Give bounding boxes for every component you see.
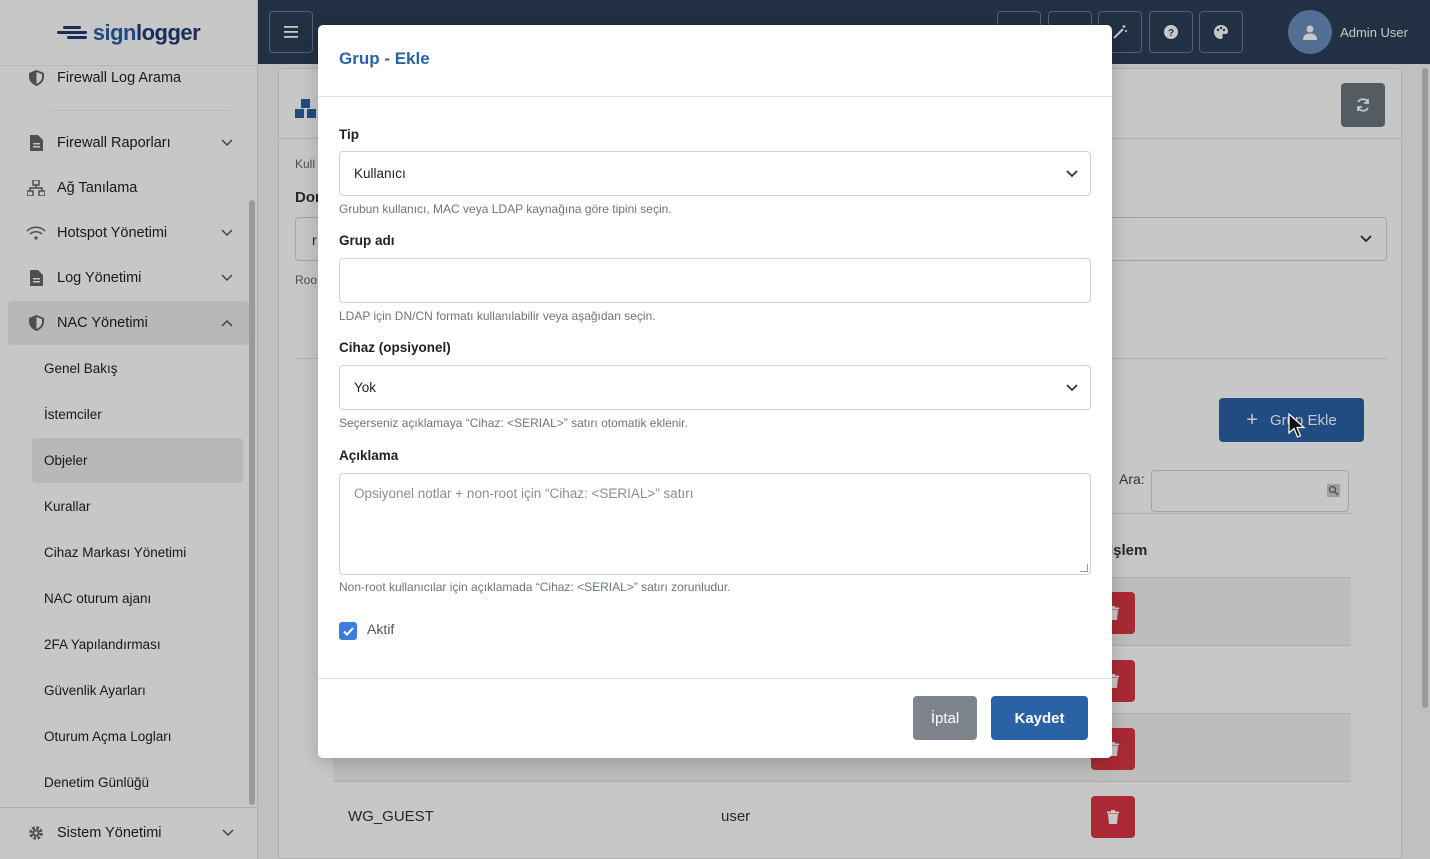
type-select[interactable]: Kullanıcı xyxy=(339,151,1091,196)
active-label: Aktif xyxy=(367,621,395,637)
type-help: Grubun kullanıcı, MAC veya LDAP kaynağın… xyxy=(339,202,672,216)
modal-title: Grup - Ekle xyxy=(339,49,430,68)
save-button[interactable]: Kaydet xyxy=(991,696,1088,740)
group-name-input[interactable] xyxy=(339,258,1091,303)
group-name-label: Grup adı xyxy=(339,233,395,248)
device-help: Seçerseniz açıklamaya “Cihaz: <SERIAL>” … xyxy=(339,416,688,430)
group-name-help: LDAP için DN/CN formatı kullanılabilir v… xyxy=(339,309,656,323)
description-help: Non-root kullanıcılar için açıklamada “C… xyxy=(339,580,731,594)
device-label: Cihaz (opsiyonel) xyxy=(339,340,451,355)
check-icon xyxy=(342,626,354,636)
chevron-down-icon xyxy=(1066,166,1078,181)
description-placeholder: Opsiyonel notlar + non-root için “Cihaz:… xyxy=(354,486,694,501)
active-checkbox[interactable] xyxy=(339,622,357,640)
type-label: Tip xyxy=(339,127,359,142)
device-select[interactable]: Yok xyxy=(339,365,1091,410)
mouse-cursor-icon xyxy=(1288,412,1306,442)
chevron-down-icon xyxy=(1066,380,1078,395)
modal-footer: İptal Kaydet xyxy=(318,678,1112,758)
description-textarea[interactable]: Opsiyonel notlar + non-root için “Cihaz:… xyxy=(339,473,1091,575)
modal-header: Grup - Ekle xyxy=(318,25,1112,97)
type-value: Kullanıcı xyxy=(354,166,406,181)
add-group-modal: Grup - Ekle Tip Kullanıcı Grubun kullanı… xyxy=(318,25,1112,758)
resize-handle[interactable] xyxy=(1080,564,1088,572)
cancel-button[interactable]: İptal xyxy=(913,696,977,740)
description-label: Açıklama xyxy=(339,448,399,463)
device-value: Yok xyxy=(354,380,377,395)
